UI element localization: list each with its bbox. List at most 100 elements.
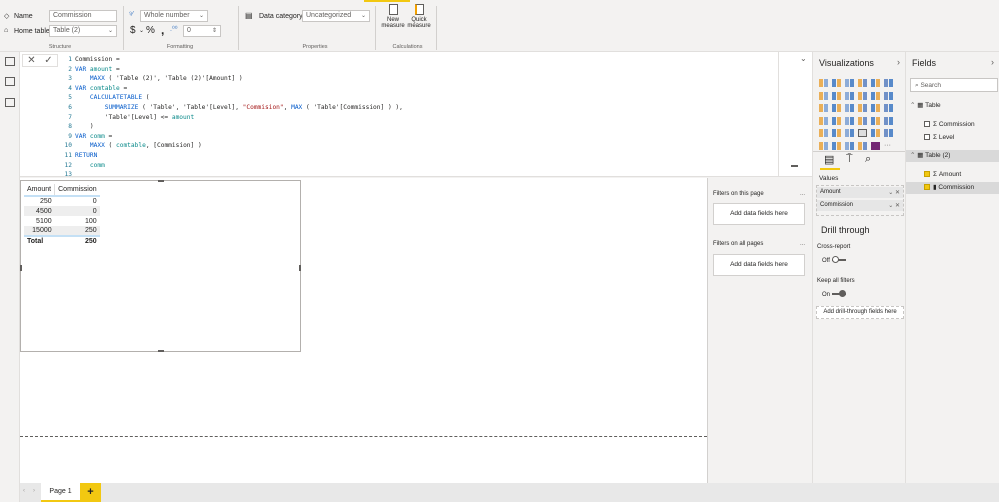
more-visuals-icon[interactable]: ···	[884, 142, 893, 150]
home-table-select[interactable]: Table (2) ⌄	[49, 25, 117, 37]
visual-type-icon[interactable]	[845, 116, 854, 125]
visual-type-icon[interactable]	[884, 79, 893, 87]
field-item[interactable]: Σ Commission	[906, 119, 999, 131]
visual-type-icon[interactable]	[845, 104, 854, 112]
format-paint-roller-icon[interactable]: ⍑	[846, 153, 853, 166]
table-name: Table	[925, 102, 941, 109]
well-field-commission[interactable]: Commission ⌄ ✕	[817, 200, 903, 211]
currency-button[interactable]: $	[130, 25, 136, 36]
visual-type-icon[interactable]	[871, 104, 880, 112]
visual-type-icon[interactable]	[858, 79, 867, 87]
drill-through-dropzone[interactable]: Add drill-through fields here	[816, 306, 904, 319]
visual-type-icon[interactable]	[832, 91, 841, 100]
visual-type-icon[interactable]	[884, 91, 893, 100]
data-category-select[interactable]: Uncategorized ⌄	[302, 10, 370, 22]
name-input[interactable]: Commission	[49, 10, 117, 22]
format-select[interactable]: Whole number ⌄	[140, 10, 208, 22]
report-canvas[interactable]: Amount Commission 250 0 4500 0 5100 100 1500…	[20, 178, 707, 483]
collapse-chevron-icon[interactable]: ›	[897, 57, 900, 67]
field-table[interactable]: ⌃ ▦ Table	[906, 100, 999, 112]
visual-type-icon[interactable]	[845, 129, 854, 137]
quick-measure-button[interactable]: Quick measure	[406, 4, 432, 29]
field-item[interactable]: Σ Level	[906, 132, 999, 144]
model-view-icon[interactable]	[5, 98, 15, 107]
visual-type-icon[interactable]	[845, 79, 854, 87]
field-item[interactable]: Σ Amount	[906, 169, 999, 181]
visual-type-icon[interactable]	[884, 129, 893, 137]
commit-button[interactable]: ✓	[44, 55, 52, 66]
cancel-button[interactable]: ✕	[27, 55, 35, 66]
visual-type-icon[interactable]	[884, 104, 893, 112]
resize-handle[interactable]	[158, 350, 164, 352]
visual-type-icon[interactable]	[871, 91, 880, 100]
page-tab[interactable]: Page 1	[41, 483, 80, 502]
fields-tab-icon[interactable]: ▤	[824, 153, 834, 166]
column-header-commission[interactable]: Commission	[54, 184, 100, 197]
chevron-down-icon[interactable]: ⌄	[139, 27, 144, 34]
table-visual[interactable]: Amount Commission 250 0 4500 0 5100 100 1500…	[20, 180, 301, 352]
visual-type-icon[interactable]	[845, 91, 854, 100]
visual-type-icon[interactable]	[819, 104, 828, 112]
comma-button[interactable]: ,	[161, 23, 164, 37]
visual-type-icon[interactable]	[858, 141, 867, 150]
visual-type-icon[interactable]	[845, 141, 854, 150]
visual-type-icon[interactable]	[819, 79, 828, 87]
resize-handle[interactable]	[20, 265, 22, 271]
cross-report-toggle[interactable]: Off	[822, 256, 846, 264]
collapse-chevron-icon[interactable]: ›	[991, 57, 994, 67]
visual-type-icon[interactable]	[858, 104, 867, 112]
resize-handle[interactable]	[299, 265, 301, 271]
data-view-icon[interactable]	[5, 77, 15, 86]
column-header-amount[interactable]: Amount	[24, 184, 55, 197]
new-measure-button[interactable]: New measure	[380, 4, 406, 29]
more-options-icon[interactable]: ...	[800, 191, 805, 197]
visual-type-icon[interactable]	[871, 141, 880, 150]
visual-type-icon[interactable]	[819, 129, 828, 137]
dax-editor[interactable]: 1 Commission = 2 VAR amount = 3 MAXX ( 'Tabl…	[60, 55, 403, 180]
visual-type-icon[interactable]	[871, 116, 880, 125]
expand-chevron-icon[interactable]: ⌄	[800, 54, 807, 63]
prev-page-icon[interactable]: ‹	[23, 488, 25, 494]
decimals-input[interactable]: 0 ⇕	[183, 25, 221, 37]
next-page-icon[interactable]: ›	[33, 488, 35, 494]
visual-type-icon[interactable]	[832, 104, 841, 112]
code-token: "Commision"	[242, 103, 284, 111]
visual-type-icon[interactable]	[871, 79, 880, 87]
remove-field-icon[interactable]: ⌄ ✕	[888, 189, 900, 196]
visual-type-icon[interactable]	[858, 129, 867, 137]
visual-type-icon[interactable]	[819, 116, 828, 125]
field-checkbox[interactable]	[924, 121, 930, 128]
visual-type-icon[interactable]	[819, 91, 828, 100]
decimal-icon[interactable]: .⁰⁰	[170, 25, 178, 33]
scrollbar-thumb[interactable]	[791, 165, 798, 167]
percent-button[interactable]: %	[146, 25, 155, 36]
report-view-icon[interactable]	[5, 57, 15, 66]
visual-type-icon[interactable]	[871, 129, 880, 137]
visual-type-icon[interactable]	[858, 116, 867, 125]
analytics-magnifier-icon[interactable]: ⌕	[865, 153, 871, 166]
field-checkbox[interactable]	[924, 171, 930, 178]
resize-handle[interactable]	[158, 180, 164, 182]
visual-type-icon[interactable]	[858, 91, 867, 100]
field-checkbox[interactable]	[924, 183, 930, 190]
filters-this-page-dropzone[interactable]: Add data fields here	[713, 203, 805, 225]
add-page-button[interactable]: +	[80, 483, 101, 502]
field-checkbox[interactable]	[924, 133, 930, 140]
field-item[interactable]: ▮ Commission	[906, 181, 999, 194]
well-field-amount[interactable]: Amount ⌄ ✕	[817, 187, 903, 198]
remove-field-icon[interactable]: ⌄ ✕	[888, 202, 900, 209]
visual-type-icon[interactable]	[819, 141, 828, 150]
fields-search-input[interactable]: ⌕ Search	[910, 78, 998, 92]
visual-type-icon[interactable]	[832, 79, 841, 87]
spinner-icon[interactable]: ⇕	[212, 27, 217, 34]
filters-all-pages-dropzone[interactable]: Add data fields here	[713, 254, 805, 276]
field-table[interactable]: ⌃ ▦ Table (2)	[906, 150, 999, 162]
more-options-icon[interactable]: ...	[800, 241, 805, 247]
page-tabs-bar: ‹ › Page 1 +	[20, 483, 999, 502]
visual-type-icon[interactable]	[884, 116, 893, 125]
visual-type-icon[interactable]	[832, 116, 841, 125]
visual-type-icon[interactable]	[832, 129, 841, 137]
visual-type-icon[interactable]	[832, 141, 841, 150]
formula-bar[interactable]: ✕ ✓ 1 Commission = 2 VAR amount = 3 MAXX ( '…	[20, 52, 812, 180]
keep-all-filters-toggle[interactable]: On	[822, 290, 847, 298]
